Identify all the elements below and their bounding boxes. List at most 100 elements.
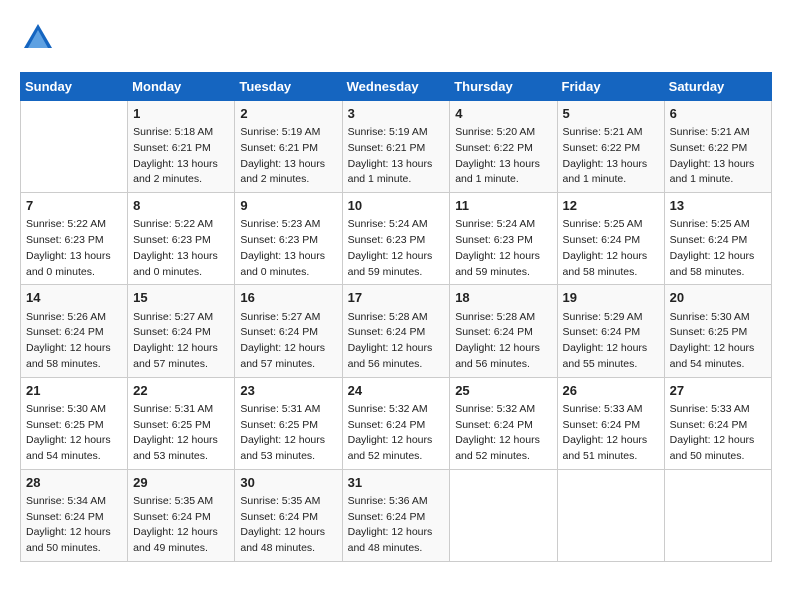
calendar-cell — [664, 469, 771, 561]
logo — [20, 20, 62, 56]
calendar-cell: 27 Sunrise: 5:33 AM Sunset: 6:24 PM Dayli… — [664, 377, 771, 469]
day-number: 24 — [348, 382, 445, 400]
calendar-cell — [21, 101, 128, 193]
weekday-header-thursday: Thursday — [450, 73, 557, 101]
week-row-3: 21 Sunrise: 5:30 AM Sunset: 6:25 PM Dayli… — [21, 377, 772, 469]
day-info: Sunrise: 5:24 AM Sunset: 6:23 PM Dayligh… — [348, 217, 445, 280]
calendar-cell: 6 Sunrise: 5:21 AM Sunset: 6:22 PM Daylig… — [664, 101, 771, 193]
day-info: Sunrise: 5:18 AM Sunset: 6:21 PM Dayligh… — [133, 125, 229, 188]
calendar-cell: 30 Sunrise: 5:35 AM Sunset: 6:24 PM Dayli… — [235, 469, 342, 561]
day-info: Sunrise: 5:32 AM Sunset: 6:24 PM Dayligh… — [455, 402, 551, 465]
calendar-cell: 23Sunrise: 5:31 AM Sunset: 6:25 PM Dayli… — [235, 377, 342, 469]
day-number: 25 — [455, 382, 551, 400]
day-number: 4 — [455, 105, 551, 123]
day-number: 30 — [240, 474, 336, 492]
weekday-header-sunday: Sunday — [21, 73, 128, 101]
day-info: Sunrise: 5:33 AM Sunset: 6:24 PM Dayligh… — [563, 402, 659, 465]
calendar-cell: 8Sunrise: 5:22 AM Sunset: 6:23 PM Daylig… — [128, 193, 235, 285]
calendar-cell: 25 Sunrise: 5:32 AM Sunset: 6:24 PM Dayli… — [450, 377, 557, 469]
day-info: Sunrise: 5:19 AM Sunset: 6:21 PM Dayligh… — [240, 125, 336, 188]
week-row-2: 14Sunrise: 5:26 AM Sunset: 6:24 PM Dayli… — [21, 285, 772, 377]
day-number: 27 — [670, 382, 766, 400]
calendar-cell: 26Sunrise: 5:33 AM Sunset: 6:24 PM Dayli… — [557, 377, 664, 469]
calendar-cell: 3 Sunrise: 5:19 AM Sunset: 6:21 PM Daylig… — [342, 101, 450, 193]
day-info: Sunrise: 5:30 AM Sunset: 6:25 PM Dayligh… — [670, 310, 766, 373]
day-number: 15 — [133, 289, 229, 307]
day-number: 5 — [563, 105, 659, 123]
calendar-cell: 10 Sunrise: 5:24 AM Sunset: 6:23 PM Dayli… — [342, 193, 450, 285]
calendar-cell: 24 Sunrise: 5:32 AM Sunset: 6:24 PM Dayli… — [342, 377, 450, 469]
day-number: 3 — [348, 105, 445, 123]
weekday-header-saturday: Saturday — [664, 73, 771, 101]
day-info: Sunrise: 5:35 AM Sunset: 6:24 PM Dayligh… — [240, 494, 336, 557]
day-info: Sunrise: 5:20 AM Sunset: 6:22 PM Dayligh… — [455, 125, 551, 188]
calendar-cell: 2 Sunrise: 5:19 AM Sunset: 6:21 PM Daylig… — [235, 101, 342, 193]
day-number: 9 — [240, 197, 336, 215]
calendar-cell: 5 Sunrise: 5:21 AM Sunset: 6:22 PM Daylig… — [557, 101, 664, 193]
weekday-header-tuesday: Tuesday — [235, 73, 342, 101]
day-info: Sunrise: 5:36 AM Sunset: 6:24 PM Dayligh… — [348, 494, 445, 557]
week-row-0: 1 Sunrise: 5:18 AM Sunset: 6:21 PM Daylig… — [21, 101, 772, 193]
day-info: Sunrise: 5:28 AM Sunset: 6:24 PM Dayligh… — [455, 310, 551, 373]
day-number: 22 — [133, 382, 229, 400]
day-number: 6 — [670, 105, 766, 123]
calendar-cell: 18Sunrise: 5:28 AM Sunset: 6:24 PM Dayli… — [450, 285, 557, 377]
calendar-cell: 17Sunrise: 5:28 AM Sunset: 6:24 PM Dayli… — [342, 285, 450, 377]
calendar-cell: 11Sunrise: 5:24 AM Sunset: 6:23 PM Dayli… — [450, 193, 557, 285]
day-number: 10 — [348, 197, 445, 215]
day-number: 2 — [240, 105, 336, 123]
calendar-cell: 7 Sunrise: 5:22 AM Sunset: 6:23 PM Daylig… — [21, 193, 128, 285]
calendar-cell: 29 Sunrise: 5:35 AM Sunset: 6:24 PM Dayli… — [128, 469, 235, 561]
day-info: Sunrise: 5:21 AM Sunset: 6:22 PM Dayligh… — [563, 125, 659, 188]
day-info: Sunrise: 5:30 AM Sunset: 6:25 PM Dayligh… — [26, 402, 122, 465]
day-info: Sunrise: 5:27 AM Sunset: 6:24 PM Dayligh… — [240, 310, 336, 373]
day-info: Sunrise: 5:21 AM Sunset: 6:22 PM Dayligh… — [670, 125, 766, 188]
weekday-header-friday: Friday — [557, 73, 664, 101]
day-number: 19 — [563, 289, 659, 307]
day-info: Sunrise: 5:28 AM Sunset: 6:24 PM Dayligh… — [348, 310, 445, 373]
day-number: 21 — [26, 382, 122, 400]
day-number: 29 — [133, 474, 229, 492]
day-info: Sunrise: 5:31 AM Sunset: 6:25 PM Dayligh… — [133, 402, 229, 465]
day-info: Sunrise: 5:25 AM Sunset: 6:24 PM Dayligh… — [563, 217, 659, 280]
weekday-header-monday: Monday — [128, 73, 235, 101]
calendar-body: 1 Sunrise: 5:18 AM Sunset: 6:21 PM Daylig… — [21, 101, 772, 562]
day-info: Sunrise: 5:22 AM Sunset: 6:23 PM Dayligh… — [133, 217, 229, 280]
calendar-cell: 15 Sunrise: 5:27 AM Sunset: 6:24 PM Dayli… — [128, 285, 235, 377]
day-info: Sunrise: 5:33 AM Sunset: 6:24 PM Dayligh… — [670, 402, 766, 465]
calendar-cell: 28Sunrise: 5:34 AM Sunset: 6:24 PM Dayli… — [21, 469, 128, 561]
calendar-cell: 21 Sunrise: 5:30 AM Sunset: 6:25 PM Dayli… — [21, 377, 128, 469]
day-number: 1 — [133, 105, 229, 123]
calendar-cell: 31 Sunrise: 5:36 AM Sunset: 6:24 PM Dayli… — [342, 469, 450, 561]
day-info: Sunrise: 5:32 AM Sunset: 6:24 PM Dayligh… — [348, 402, 445, 465]
logo-icon — [20, 20, 56, 56]
calendar-cell: 20Sunrise: 5:30 AM Sunset: 6:25 PM Dayli… — [664, 285, 771, 377]
day-info: Sunrise: 5:35 AM Sunset: 6:24 PM Dayligh… — [133, 494, 229, 557]
day-number: 14 — [26, 289, 122, 307]
calendar-cell: 4 Sunrise: 5:20 AM Sunset: 6:22 PM Daylig… — [450, 101, 557, 193]
day-number: 12 — [563, 197, 659, 215]
week-row-1: 7 Sunrise: 5:22 AM Sunset: 6:23 PM Daylig… — [21, 193, 772, 285]
header-row: SundayMondayTuesdayWednesdayThursdayFrid… — [21, 73, 772, 101]
calendar-header: SundayMondayTuesdayWednesdayThursdayFrid… — [21, 73, 772, 101]
calendar-cell: 9Sunrise: 5:23 AM Sunset: 6:23 PM Daylig… — [235, 193, 342, 285]
day-info: Sunrise: 5:19 AM Sunset: 6:21 PM Dayligh… — [348, 125, 445, 188]
calendar-cell: 13Sunrise: 5:25 AM Sunset: 6:24 PM Dayli… — [664, 193, 771, 285]
day-info: Sunrise: 5:24 AM Sunset: 6:23 PM Dayligh… — [455, 217, 551, 280]
day-info: Sunrise: 5:25 AM Sunset: 6:24 PM Dayligh… — [670, 217, 766, 280]
calendar-cell: 16Sunrise: 5:27 AM Sunset: 6:24 PM Dayli… — [235, 285, 342, 377]
week-row-4: 28Sunrise: 5:34 AM Sunset: 6:24 PM Dayli… — [21, 469, 772, 561]
day-number: 31 — [348, 474, 445, 492]
calendar-cell: 1 Sunrise: 5:18 AM Sunset: 6:21 PM Daylig… — [128, 101, 235, 193]
day-number: 23 — [240, 382, 336, 400]
day-info: Sunrise: 5:29 AM Sunset: 6:24 PM Dayligh… — [563, 310, 659, 373]
day-number: 28 — [26, 474, 122, 492]
calendar-cell — [557, 469, 664, 561]
day-number: 7 — [26, 197, 122, 215]
calendar-table: SundayMondayTuesdayWednesdayThursdayFrid… — [20, 72, 772, 562]
day-info: Sunrise: 5:27 AM Sunset: 6:24 PM Dayligh… — [133, 310, 229, 373]
calendar-cell — [450, 469, 557, 561]
page-header — [20, 20, 772, 56]
weekday-header-wednesday: Wednesday — [342, 73, 450, 101]
day-info: Sunrise: 5:22 AM Sunset: 6:23 PM Dayligh… — [26, 217, 122, 280]
